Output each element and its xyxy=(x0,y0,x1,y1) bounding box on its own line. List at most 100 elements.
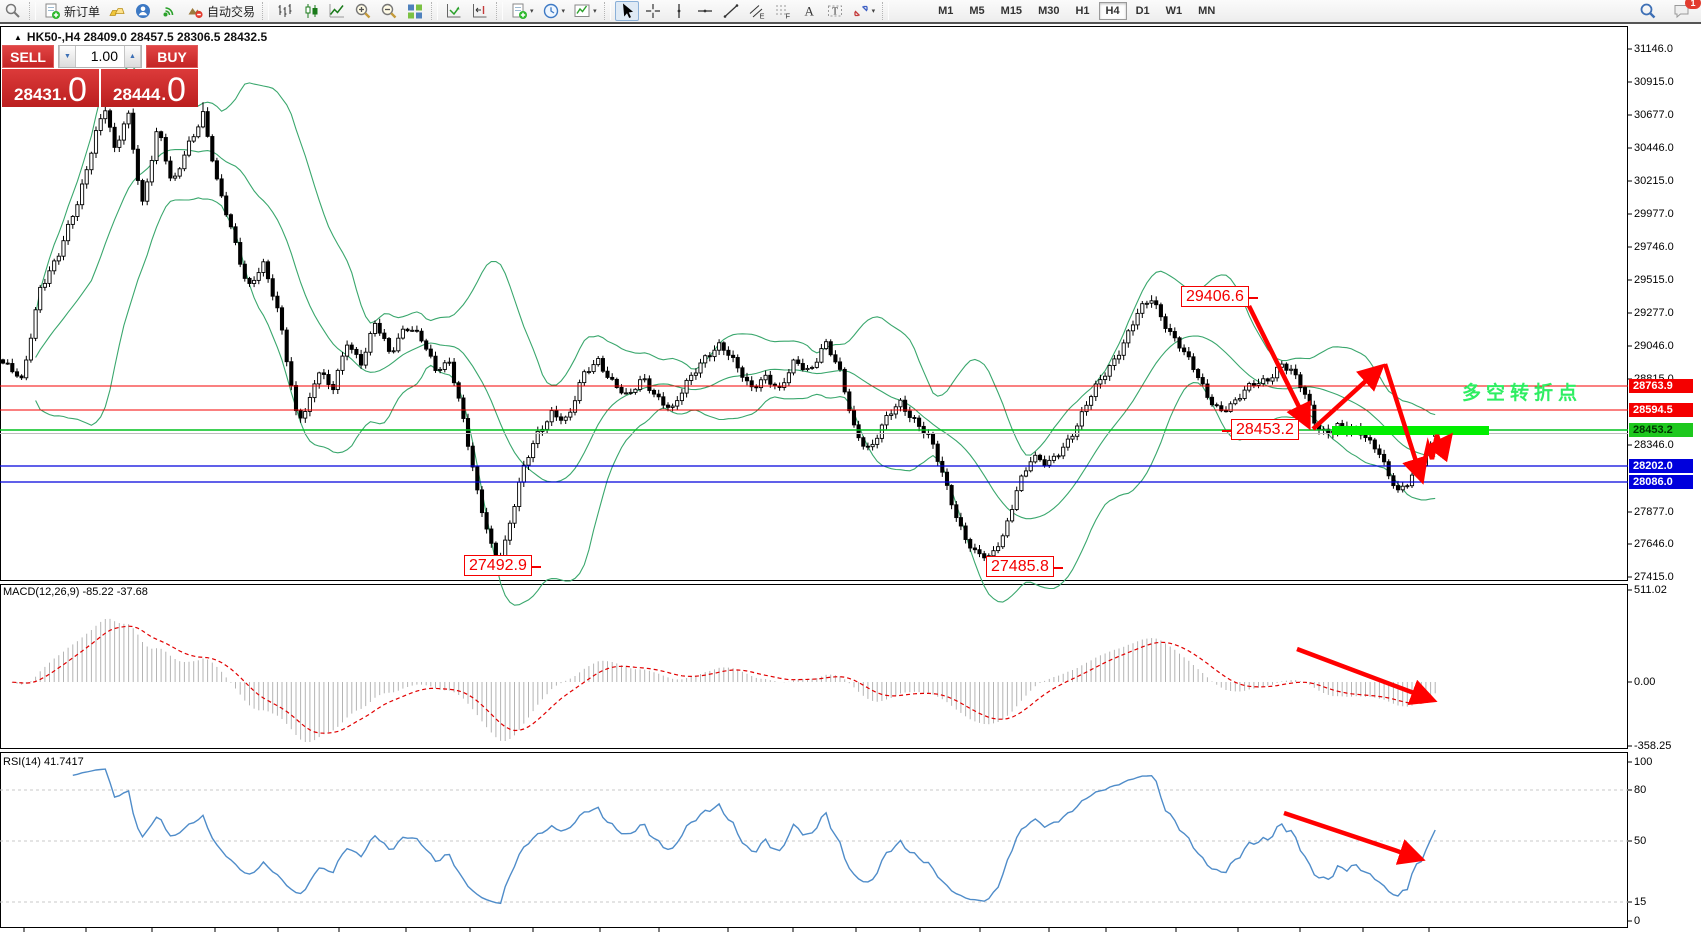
toolbar-crosshair-button[interactable] xyxy=(641,1,665,21)
new-order-icon xyxy=(43,2,61,20)
rsi-axis-label: 100 xyxy=(1634,756,1653,768)
toolbar-fibonacci-button[interactable]: F xyxy=(771,1,795,21)
toolbar-vertical-line-button[interactable] xyxy=(667,1,691,21)
toolbar-text-button[interactable]: A xyxy=(797,1,821,21)
price-level-badge: 28594.5 xyxy=(1629,403,1693,417)
symbol-marker-icon: ▲ xyxy=(14,32,22,42)
toolbar-chart-settings-button[interactable]: ▾ xyxy=(570,1,600,21)
auto-scroll-icon xyxy=(445,2,463,20)
label-icon: T xyxy=(826,2,844,20)
volume-value[interactable]: 1.00 xyxy=(76,46,124,67)
volume-increase-button[interactable]: ▲ xyxy=(124,46,141,67)
trendline-icon xyxy=(722,2,740,20)
toolbar-separator xyxy=(262,2,270,20)
toolbar-zoom-out-button[interactable] xyxy=(377,1,401,21)
timeframe-d1-button[interactable]: D1 xyxy=(1129,2,1157,20)
vertical-line-icon xyxy=(670,2,688,20)
chart-title: ▲ HK50-,H4 28409.0 28457.5 28306.5 28432… xyxy=(14,30,267,44)
one-click-trading-widget: SELL ▼ 1.00 ▲ BUY 28431. 0 28444. 0 xyxy=(2,45,198,107)
timeframe-m5-button[interactable]: M5 xyxy=(962,2,991,20)
toolbar-line-chart-button[interactable] xyxy=(325,1,349,21)
new-chart-icon xyxy=(510,2,528,20)
chart-window[interactable]: ▲ HK50-,H4 28409.0 28457.5 28306.5 28432… xyxy=(0,26,1701,948)
toolbar-zoom-in-button[interactable] xyxy=(351,1,375,21)
chart-canvas[interactable] xyxy=(0,26,1701,948)
toolbar-group: ▾ ▾ ▾ xyxy=(506,0,601,23)
zoom-out-icon xyxy=(380,2,398,20)
toolbar-group xyxy=(0,0,26,23)
price-annotation[interactable]: 27492.9 xyxy=(464,555,541,576)
rsi-axis-label: 15 xyxy=(1634,896,1647,908)
macd-axis-label: 511.02 xyxy=(1634,584,1667,596)
toolbar-separator xyxy=(496,2,504,20)
rsi-axis-label: 0 xyxy=(1634,915,1641,927)
fibonacci-icon: F xyxy=(774,2,792,20)
toolbar-new-order-label: 新订单 xyxy=(64,4,101,19)
price-axis-label: 27877.0 xyxy=(1634,506,1674,518)
timeframe-m15-button[interactable]: M15 xyxy=(994,2,1029,20)
svg-text:E: E xyxy=(759,12,764,21)
toolbar-group: E F A T ▾ xyxy=(614,0,880,23)
toolbar-chart-search-button[interactable] xyxy=(1,1,25,21)
search-button[interactable] xyxy=(1636,1,1660,21)
mt4-window: 新订单 自动交易 ▾ ▾ ▾ E F A T ▾ M1 M5 M15 M30 H1 H4 D1 W1 MN 1 ▲ H… xyxy=(0,0,1701,948)
toolbar-auto-scroll-button[interactable] xyxy=(442,1,466,21)
macd-axis-label: -358.25 xyxy=(1634,740,1672,752)
toolbar-shapes-button[interactable]: ▾ xyxy=(849,1,879,21)
price-annotation[interactable]: 27485.8 xyxy=(986,556,1063,577)
price-level-badge: 28086.0 xyxy=(1629,475,1693,489)
autotrade-icon xyxy=(186,2,204,20)
sell-button[interactable]: SELL xyxy=(2,45,54,68)
buy-price[interactable]: 28444. 0 xyxy=(101,69,198,107)
macd-indicator-label: MACD(12,26,9) -85.22 -37.68 xyxy=(3,586,148,598)
toolbar-new-order-button[interactable]: 新订单 xyxy=(40,1,103,21)
price-annotation[interactable]: 29406.6 xyxy=(1181,286,1258,307)
toolbar-gold-button[interactable] xyxy=(105,1,129,21)
svg-text:T: T xyxy=(832,7,838,18)
timeframe-mn-button[interactable]: MN xyxy=(1191,2,1222,20)
toolbar-candlestick-button[interactable] xyxy=(299,1,323,21)
toolbar-label-button[interactable]: T xyxy=(823,1,847,21)
toolbar-cursor-button[interactable] xyxy=(614,1,639,21)
toolbar-new-chart-button[interactable]: ▾ xyxy=(507,1,537,21)
timeframe-w1-button[interactable]: W1 xyxy=(1159,2,1190,20)
toolbar-community-button[interactable] xyxy=(131,1,155,21)
price-axis-label: 30215.0 xyxy=(1634,175,1674,187)
price-level-badge: 28453.2 xyxy=(1629,423,1693,437)
shapes-icon xyxy=(852,2,870,20)
timeframe-h1-button[interactable]: H1 xyxy=(1068,2,1096,20)
price-axis-label: 30446.0 xyxy=(1634,142,1674,154)
toolbar-equidistant-channel-button[interactable]: E xyxy=(745,1,769,21)
toolbar-horizontal-line-button[interactable] xyxy=(693,1,717,21)
chart-search-icon xyxy=(4,2,22,20)
timeframe-m30-button[interactable]: M30 xyxy=(1031,2,1066,20)
volume-stepper[interactable]: ▼ 1.00 ▲ xyxy=(58,45,142,68)
price-annotation[interactable]: 28453.2 xyxy=(1222,419,1299,440)
sell-price[interactable]: 28431. 0 xyxy=(2,69,99,107)
dropdown-caret-icon: ▾ xyxy=(530,8,534,15)
bull-bear-turning-point-note[interactable]: 多空转折点 xyxy=(1462,378,1582,405)
zoom-in-icon xyxy=(354,2,372,20)
rsi-axis-label: 80 xyxy=(1634,784,1647,796)
toolbar-trendline-button[interactable] xyxy=(719,1,743,21)
toolbar-bar-chart-button[interactable] xyxy=(273,1,297,21)
price-axis-label: 27646.0 xyxy=(1634,538,1674,550)
tile-windows-icon xyxy=(406,2,424,20)
price-axis-label: 29977.0 xyxy=(1634,208,1674,220)
timeframe-m1-button[interactable]: M1 xyxy=(931,2,960,20)
dropdown-caret-icon: ▾ xyxy=(593,8,597,15)
svg-text:A: A xyxy=(804,4,814,19)
toolbar-separator xyxy=(29,2,36,20)
timeframe-h4-button[interactable]: H4 xyxy=(1098,2,1127,20)
volume-decrease-button[interactable]: ▼ xyxy=(59,46,76,67)
notifications[interactable]: 1 xyxy=(1669,0,1701,21)
toolbar-chart-shift-button[interactable] xyxy=(468,1,492,21)
toolbar-group xyxy=(272,0,428,23)
price-level-badge: 28202.0 xyxy=(1629,459,1693,473)
toolbar-tile-windows-button[interactable] xyxy=(403,1,427,21)
toolbar-autotrade-button[interactable]: 自动交易 xyxy=(183,1,258,21)
buy-button[interactable]: BUY xyxy=(146,45,198,68)
toolbar-signal-button[interactable] xyxy=(157,1,181,21)
chart-title-text: HK50-,H4 28409.0 28457.5 28306.5 28432.5 xyxy=(26,30,268,44)
toolbar-profiles-button[interactable]: ▾ xyxy=(539,1,569,21)
